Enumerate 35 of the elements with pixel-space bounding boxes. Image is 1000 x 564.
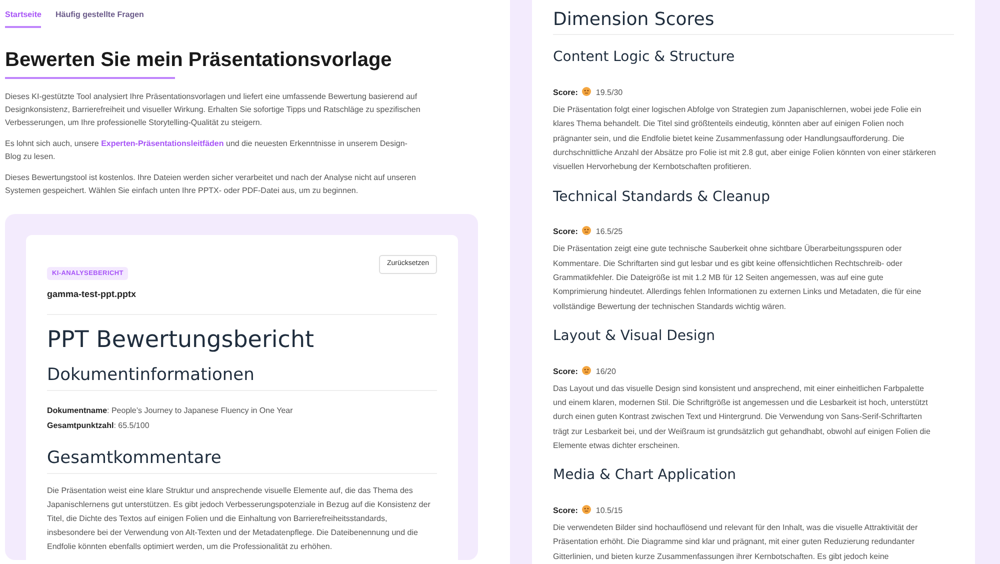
- nav-tab[interactable]: Häufig gestellte Fragen: [55, 0, 144, 28]
- info-field: Gesamtpunktzahl: 65.5/100: [47, 418, 437, 434]
- dimension-heading: Content Logic & Structure: [553, 49, 736, 66]
- score-value: 16.5/25: [596, 227, 623, 236]
- score-value: 16/20: [596, 366, 616, 376]
- info-field: Dokumentname: People’s Journey to Japanese Fluency in One Year: [47, 403, 437, 418]
- smiley-icon: [582, 504, 591, 514]
- smiley-icon: [582, 366, 591, 375]
- dimension-heading: Layout & Visual Design: [553, 328, 716, 345]
- dimension-heading: Technical Standards & Cleanup: [553, 188, 772, 206]
- page-title: Bewerten Sie mein Präsentationsvorlage: [5, 49, 392, 71]
- dimension-text: Die verwendeten Bilder sind hochauflösend und relevant für den Inhalt, was die visuelle Attraktivität der Präsentation erhöht. Die Diagramme sind klar und prägnant, mit einer guten Reduzierung redundanter Gitterlinien, und bieten kurze Zusammenfassungen ihrer Kernbotschaften. Es gibt jedoch keine: [553, 522, 919, 563]
- paragraph: Es lohnt sich auch, unsere Experten-Präsentationsleitfäden und die neuesten Erkenntnisse in unserem Design-Blog zu lesen.: [5, 138, 408, 163]
- nav-tab[interactable]: Startseite: [5, 0, 42, 28]
- section-heading: Gesamtkommentare: [47, 447, 222, 470]
- smiley-icon: [582, 86, 591, 96]
- paragraph: Dieses KI-gestützte Tool analysiert Ihre Präsentationsvorlagen und liefert eine umfassende Bewertung basierend auf Designkonsistenz, Barrierefreiheit und visueller Wirkung. Erhalten Sie sofortige Tipps und Ratschläge zu spezifischen Verbesserungen, um Ihre professionelle Storytelling-Qualität zu steigern.: [5, 91, 422, 129]
- dimension-text: Die Präsentation folgt einer logischen Abfolge von Strategien zum Japanischlernen, wobei jede Folie ein klares Thema behandelt. Die Titel sind größtenteils eindeutig, könnten aber auf einigen Folien noch prägnanter sein, und die Endfolie bietet keine Zusammenfassung oder Handlungsaufforderung. Die durchschnittliche Anzahl der Absätze pro Folie ist mit 2.8 gut, aber einige Folien könnten von einer stärkeren visuellen Hervorhebung der Kernbotschaften profitieren.: [553, 104, 937, 174]
- dimension-heading: Media & Chart Application: [553, 467, 738, 484]
- score-label: Score:: [553, 366, 578, 376]
- smiley-icon: [582, 226, 591, 236]
- file-name: gamma-test-ppt.pptx: [47, 288, 136, 301]
- score-label: Score:: [553, 88, 578, 98]
- comment-text: Die Präsentation weist eine klare Struktur und ansprechende visuelle Elemente auf, die das Thema des Japanischlernens gut unterstützen. Es gibt jedoch Verbesserungspotenziale in Bezug auf die Konsistenz der Titel, die Dichte des Textos auf einigen Folien und die Einhaltung von Barrierefreiheitsstandards, insbesondere bei der Verwendung von Alt-Texten und der Metadatenpflege. Die Dateibenennung und die Endfolie könnten ebenfalls optimiert werden, um die Professionalität zu erhöhen.: [47, 485, 432, 554]
- report-title: PPT Bewertungsbericht: [47, 326, 316, 354]
- paragraph: Dieses Bewertungstool ist kostenlos. Ihre Dateien werden sicher verarbeitet und nach der Analyse nicht auf unseren Systemen gespeichert. Wählen Sie einfach unten Ihre PPTX- oder PDF-Datei aus, um zu beginnen.: [5, 172, 417, 197]
- score-label: Score:: [553, 227, 578, 236]
- guide-link[interactable]: Experten-Präsentationsleitfäden: [101, 139, 224, 148]
- dimension-text: Das Layout und das visuelle Design sind konsistent und ansprechend, mit einer einheitlichen Farbpalette und einem klaren, modernen Stil. Die Schriftgröße ist angemessen und die Lesbarkeit ist hoch, unterstützt durch einen guten Kontrast zwischen Text und Hintergrund. Die Verwendung von Sans-Serif-Schriftarten trägt zur Lesbarkeit bei, und der Weißraum ist grundsätzlich gut gehandhabt, obwohl auf einigen Folien die Elemente etwas dichter erscheinen.: [553, 382, 932, 452]
- score-value: 19.5/30: [596, 88, 623, 98]
- section-title: Dimension Scores: [553, 8, 716, 32]
- score-value: 10.5/15: [596, 506, 623, 516]
- section-heading: Dokumentinformationen: [47, 364, 256, 386]
- score-label: Score:: [553, 506, 578, 516]
- dimension-text: Die Präsentation zeigt eine gute technische Sauberkeit ohne sichtbare Überarbeitungsspuren oder Kommentare. Die Schriftarten sind gut lesbar und es gibt keine offensichtlichen Rechtschreib- oder Grammatikfehler. Die Dateigröße ist mit 1.2 MB für 12 Seiten angemessen, was auf eine gute Komprimierung hindeutet. Allerdings fehlen Informationen zu externen Links und Metadaten, die für eine vollständige Bewertung der technischen Standards wichtig wären.: [553, 243, 922, 313]
